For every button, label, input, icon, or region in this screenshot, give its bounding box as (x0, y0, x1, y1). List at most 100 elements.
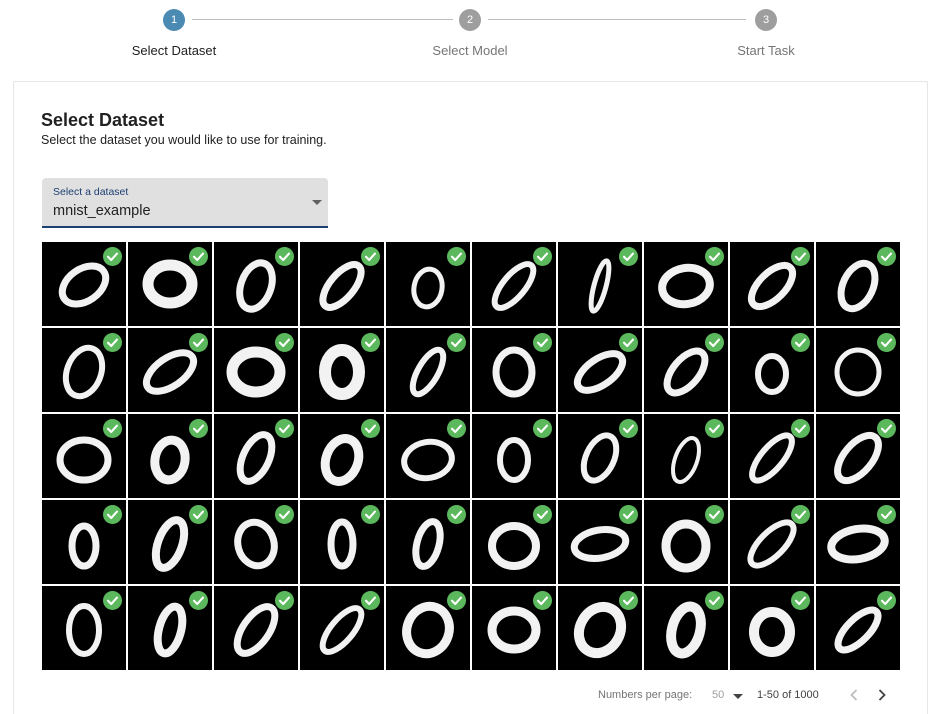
checkmark-icon (103, 591, 122, 610)
checkmark-icon (705, 247, 724, 266)
checkmark-icon (791, 419, 810, 438)
checkmark-icon (189, 505, 208, 524)
dropdown-arrow-icon (312, 200, 322, 205)
image-tile[interactable] (128, 242, 212, 326)
image-tile[interactable] (472, 414, 556, 498)
checkmark-icon (877, 591, 896, 610)
image-tile[interactable] (730, 242, 814, 326)
step-3-label[interactable]: Start Task (686, 43, 846, 58)
checkmark-icon (275, 505, 294, 524)
image-tile[interactable] (644, 242, 728, 326)
image-tile[interactable] (128, 414, 212, 498)
image-tile[interactable] (42, 242, 126, 326)
step-1-indicator[interactable]: 1 (163, 9, 185, 31)
image-tile[interactable] (472, 242, 556, 326)
image-tile[interactable] (386, 242, 470, 326)
image-tile[interactable] (214, 242, 298, 326)
image-tile[interactable] (386, 328, 470, 412)
image-tile[interactable] (644, 328, 728, 412)
checkmark-icon (619, 419, 638, 438)
checkmark-icon (533, 333, 552, 352)
image-tile[interactable] (300, 500, 384, 584)
checkmark-icon (447, 591, 466, 610)
image-tile[interactable] (214, 414, 298, 498)
image-tile[interactable] (128, 586, 212, 670)
image-tile[interactable] (300, 414, 384, 498)
checkmark-icon (361, 591, 380, 610)
image-tile[interactable] (386, 586, 470, 670)
image-tile[interactable] (558, 414, 642, 498)
checkmark-icon (705, 505, 724, 524)
image-tile[interactable] (816, 500, 900, 584)
image-tile[interactable] (300, 586, 384, 670)
dataset-select-label: Select a dataset (53, 186, 129, 198)
image-tile[interactable] (730, 328, 814, 412)
per-page-label: Numbers per page: (598, 689, 693, 701)
dropdown-arrow-icon (733, 694, 743, 699)
checkmark-icon (447, 333, 466, 352)
image-tile[interactable] (472, 500, 556, 584)
step-1-label[interactable]: Select Dataset (94, 43, 254, 58)
step-2-indicator[interactable]: 2 (459, 9, 481, 31)
image-tile[interactable] (214, 586, 298, 670)
checkmark-icon (877, 419, 896, 438)
image-tile[interactable] (42, 328, 126, 412)
image-tile[interactable] (644, 414, 728, 498)
image-tile[interactable] (730, 500, 814, 584)
image-tile[interactable] (558, 328, 642, 412)
image-tile[interactable] (558, 500, 642, 584)
checkmark-icon (447, 505, 466, 524)
checkmark-icon (275, 591, 294, 610)
image-tile[interactable] (300, 242, 384, 326)
checkmark-icon (619, 247, 638, 266)
image-tile[interactable] (472, 328, 556, 412)
image-tile[interactable] (214, 500, 298, 584)
checkmark-icon (447, 419, 466, 438)
image-tile[interactable] (730, 586, 814, 670)
image-tile[interactable] (128, 500, 212, 584)
checkmark-icon (275, 247, 294, 266)
per-page-select[interactable]: 50 (712, 686, 746, 704)
image-tile[interactable] (730, 414, 814, 498)
image-tile[interactable] (644, 586, 728, 670)
image-tile[interactable] (472, 586, 556, 670)
checkmark-icon (619, 505, 638, 524)
chevron-right-icon (878, 689, 886, 701)
checkmark-icon (189, 419, 208, 438)
checkmark-icon (361, 333, 380, 352)
image-tile[interactable] (816, 414, 900, 498)
image-tile[interactable] (816, 242, 900, 326)
image-tile[interactable] (42, 500, 126, 584)
dataset-select-value: mnist_example (53, 203, 151, 219)
checkmark-icon (361, 505, 380, 524)
step-connector (192, 19, 453, 20)
image-tile[interactable] (558, 242, 642, 326)
checkmark-icon (275, 333, 294, 352)
checkmark-icon (791, 333, 810, 352)
checkmark-icon (361, 419, 380, 438)
image-tile[interactable] (42, 414, 126, 498)
image-tile[interactable] (42, 586, 126, 670)
prev-page-button[interactable] (844, 685, 864, 705)
checkmark-icon (447, 247, 466, 266)
image-tile[interactable] (386, 414, 470, 498)
checkmark-icon (877, 247, 896, 266)
image-tile[interactable] (214, 328, 298, 412)
image-tile[interactable] (816, 328, 900, 412)
checkmark-icon (705, 333, 724, 352)
image-tile[interactable] (300, 328, 384, 412)
checkmark-icon (877, 505, 896, 524)
dataset-select[interactable]: Select a dataset mnist_example (42, 178, 328, 228)
image-tile[interactable] (816, 586, 900, 670)
checkmark-icon (533, 591, 552, 610)
image-tile[interactable] (128, 328, 212, 412)
checkmark-icon (275, 419, 294, 438)
next-page-button[interactable] (872, 685, 892, 705)
image-tile[interactable] (386, 500, 470, 584)
image-tile[interactable] (644, 500, 728, 584)
checkmark-icon (189, 247, 208, 266)
step-2-label[interactable]: Select Model (390, 43, 550, 58)
checkmark-icon (619, 333, 638, 352)
image-tile[interactable] (558, 586, 642, 670)
step-3-indicator[interactable]: 3 (755, 9, 777, 31)
